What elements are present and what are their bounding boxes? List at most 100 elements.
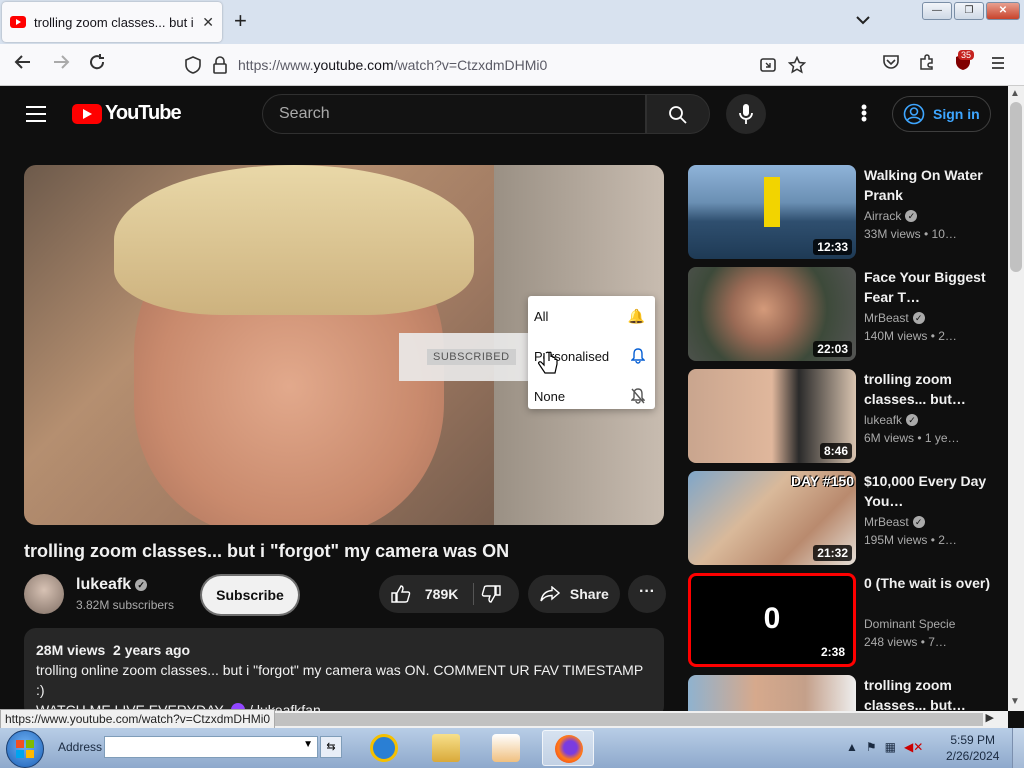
firefox-icon [555,735,583,763]
bookmark-star-icon[interactable] [788,56,806,74]
youtube-logo[interactable]: YouTube [72,102,182,125]
related-video-item[interactable]: 22:03 Face Your Biggest Fear T… MrBeast ✓… [688,267,998,363]
taskbar-file-explorer[interactable] [420,730,472,766]
network-icon[interactable]: ▦ [885,740,896,754]
voice-search-button[interactable] [726,94,766,134]
share-button[interactable]: Share [528,575,620,613]
option-label: All [534,308,549,324]
related-video-item[interactable]: DAY #150 21:32 $10,000 Every Day You… Mr… [688,471,998,567]
related-title[interactable]: Walking On Water Prank [864,165,994,205]
back-button[interactable] [14,53,32,77]
tab-close-button[interactable]: ✕ [202,14,214,31]
related-title[interactable]: 0 (The wait is over) [864,573,994,593]
action-center-flag-icon[interactable]: ⚑ [866,740,877,754]
related-video-item[interactable]: 12:33 Walking On Water Prank Airrack ✓ 33… [688,165,998,261]
thumbnail-caption: DAY #150 [790,473,854,489]
tray-expand-icon[interactable]: ▲ [846,740,858,754]
video-thumbnail[interactable]: 8:46 [688,369,856,463]
related-title[interactable]: Face Your Biggest Fear T… [864,267,994,307]
browser-tab-bar: trolling zoom classes... but i "forgot" … [0,0,1024,44]
pocket-icon [883,55,899,69]
video-thumbnail[interactable]: 0 2:38 [688,573,856,667]
related-title[interactable]: trolling zoom classes... but… [864,675,994,711]
related-channel[interactable]: Airrack ✓ [864,209,918,223]
lock-icon [213,56,227,74]
video-thumbnail[interactable]: 12:33 [688,165,856,259]
sign-in-button[interactable]: Sign in [892,96,991,132]
video-stats: 28M views 2 years ago [36,642,191,658]
description-text: trolling online zoom classes... but i "f… [36,662,643,698]
related-video-item[interactable]: 0 2:38 0 (The wait is over) Dominant Spe… [688,573,998,669]
search-input[interactable]: Search [262,94,646,134]
subscribe-button[interactable]: Subscribe [202,576,298,614]
minimize-button[interactable]: — [922,2,952,20]
reload-icon [90,54,105,70]
more-actions-button[interactable]: ··· [628,575,666,613]
start-button[interactable] [6,730,44,768]
status-bar-link-preview: https://www.youtube.com/watch?v=CtzxdmDH… [0,709,276,729]
hand-cursor-icon [538,351,558,374]
related-video-item[interactable]: trolling zoom classes... but… [688,675,998,711]
restore-button[interactable]: ❐ [954,2,984,20]
verified-check-icon: ✓ [906,414,919,426]
related-title[interactable]: trolling zoom classes... but… [864,369,994,409]
video-thumbnail[interactable]: 22:03 [688,267,856,361]
account-circle-icon [903,103,925,125]
scrollbar-thumb[interactable] [1010,102,1022,272]
related-channel[interactable]: MrBeast ✓ [864,515,925,529]
address-go-button[interactable]: ⇆ [320,736,342,758]
extensions-button[interactable] [918,53,936,77]
video-thumbnail[interactable]: DAY #150 21:32 [688,471,856,565]
scroll-up-arrow-icon[interactable]: ▲ [1010,88,1020,99]
pocket-button[interactable] [882,53,900,77]
notification-option-none[interactable]: None [528,376,655,416]
description-box[interactable]: 28M views 2 years ago trolling online zo… [24,628,664,718]
browser-tab-active[interactable]: trolling zoom classes... but i "forgot" … [2,2,222,42]
forward-button[interactable] [52,53,70,77]
verified-check-icon: ✓ [905,210,918,222]
video-thumbnail[interactable] [688,675,856,711]
taskbar-media-player[interactable] [480,730,532,766]
search-button[interactable] [646,94,710,134]
youtube-play-icon [72,103,102,124]
notification-option-all[interactable]: All 🔔 [528,296,655,336]
taskbar-internet-explorer[interactable] [358,730,410,766]
verified-check-icon: ✓ [912,516,925,528]
new-tab-button[interactable]: + [234,10,247,32]
address-toolbar-label: Address [58,740,103,754]
related-meta: 33M views • 10… [864,227,957,241]
scroll-right-arrow-icon[interactable]: ▶ [986,711,994,724]
video-player[interactable]: SUBSCRIBED All 🔔 Personalised None [24,165,664,525]
related-channel[interactable]: Dominant Specie [864,617,955,631]
dropdown-arrow-icon[interactable]: ▼ [303,739,313,750]
channel-avatar[interactable] [24,574,64,614]
related-video-item[interactable]: 8:46 trolling zoom classes... but… lukea… [688,369,998,465]
settings-more-button[interactable]: • • • [860,98,868,128]
arrow-right-icon [54,55,70,69]
reader-view-icon[interactable] [759,56,777,74]
address-toolbar-input[interactable]: ▼ [104,736,318,758]
url-bar[interactable]: https://www.youtube.com/watch?v=CtzxdmDH… [176,50,816,80]
list-all-tabs-button[interactable] [856,12,870,30]
youtube-favicon-icon [10,16,26,28]
related-title[interactable]: $10,000 Every Day You… [864,471,994,511]
guide-menu-button[interactable] [26,106,46,127]
dislike-button[interactable] [481,575,501,613]
related-channel[interactable]: MrBeast ✓ [864,311,925,325]
channel-name[interactable]: lukeafk ✓ [76,576,148,594]
scroll-down-arrow-icon[interactable]: ▼ [1010,696,1020,707]
window-close-button[interactable]: ✕ [986,2,1020,20]
taskbar-clock[interactable]: 5:59 PM 2/26/2024 [946,732,999,764]
vertical-scrollbar[interactable]: ▲ ▼ [1008,86,1024,711]
related-channel[interactable]: lukeafk ✓ [864,413,919,427]
bell-icon [631,348,645,364]
show-desktop-button[interactable] [1012,728,1024,768]
taskbar-firefox[interactable] [542,730,594,766]
video-frame-hair [114,165,474,315]
puzzle-icon [920,54,933,70]
app-menu-button[interactable] [990,53,1006,77]
like-button[interactable]: 789K [391,575,458,613]
reload-button[interactable] [88,53,106,77]
like-divider [473,583,474,605]
volume-muted-icon[interactable]: ◀✕ [904,740,923,754]
